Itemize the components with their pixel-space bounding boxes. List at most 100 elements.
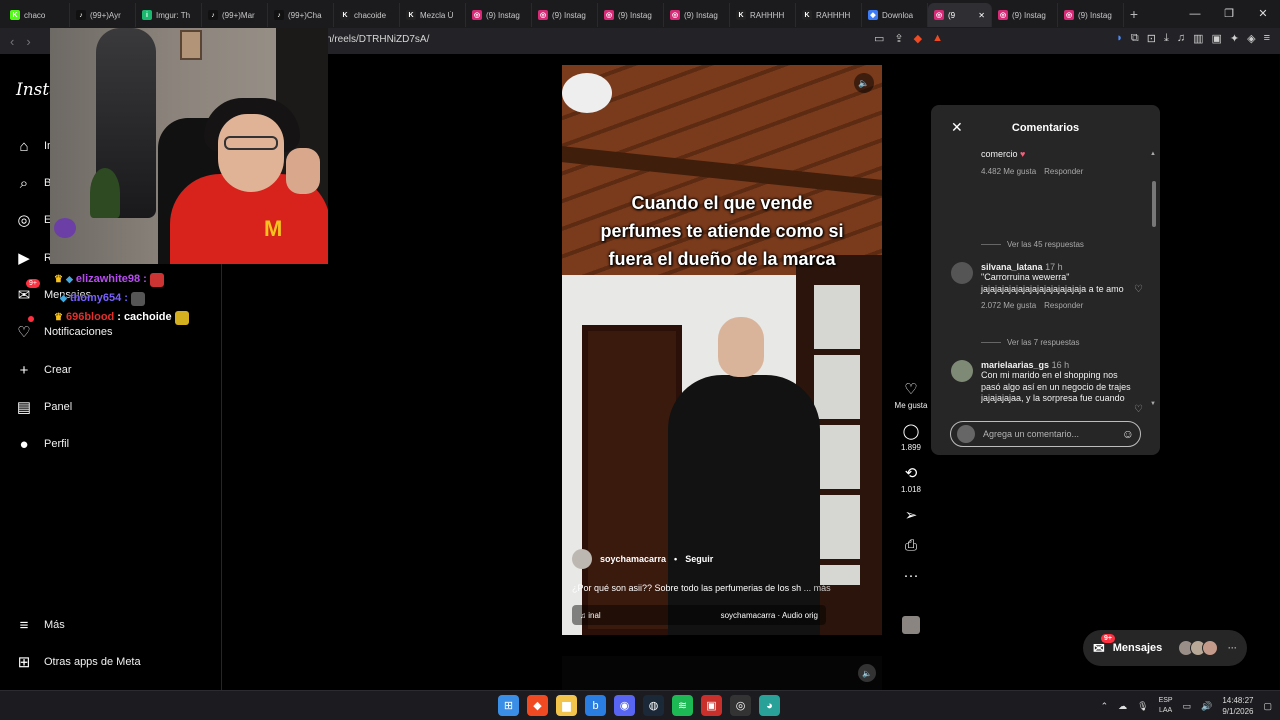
sidebar-toggle-icon[interactable]: ▥ (1193, 32, 1203, 45)
browser-tab[interactable]: ◎ (9) Instag (598, 3, 664, 27)
repost-icon[interactable]: ⟲ (905, 466, 918, 482)
minimize-button[interactable]: — (1178, 0, 1212, 28)
cloud-icon[interactable]: ☁ (1118, 701, 1127, 712)
scroll-down-icon[interactable]: ▼ (1150, 401, 1156, 407)
screenshot-icon[interactable]: ⊡ (1147, 32, 1156, 45)
view-replies-label[interactable]: Ver las 7 respuestas (1007, 338, 1079, 347)
restore-button[interactable]: ❐ (1212, 0, 1246, 28)
bookmark-icon[interactable]: ⎙ (905, 538, 917, 554)
repost-action[interactable]: ⟲ 1.018 (892, 466, 930, 495)
sidebar-item[interactable]: ▤ Panel (16, 399, 72, 416)
wallet-icon[interactable]: ◗ (1116, 32, 1123, 45)
rewards-icon[interactable]: ▲ (932, 32, 943, 45)
chevron-up-icon[interactable]: ⌃ (1101, 701, 1109, 712)
wallet-card-icon[interactable]: ▣ (1211, 32, 1221, 45)
share-icon[interactable]: ⇪ (894, 32, 903, 45)
browser-tab[interactable]: ◎ (9 ✕ (928, 3, 992, 27)
leo-ai-icon[interactable]: ✦ (1230, 32, 1239, 45)
sidebar-item[interactable]: ● Perfil (16, 436, 69, 453)
new-tab-button[interactable]: + (1124, 6, 1144, 22)
more-action[interactable]: ··· (892, 568, 930, 584)
next-reel[interactable]: 🔈 (562, 656, 882, 690)
browser-tab[interactable]: Kchacoide (334, 3, 400, 27)
avatar[interactable] (951, 262, 973, 284)
sidebar-item[interactable]: ▶ R (16, 250, 52, 267)
browser-tab[interactable]: K Mezcla Ú (400, 3, 466, 27)
sidebar-item[interactable]: ⌂ In (16, 138, 53, 155)
comment-icon[interactable]: ◯ (903, 424, 920, 440)
more-icon[interactable]: ··· (904, 568, 919, 584)
close-window-button[interactable]: ✕ (1246, 0, 1280, 28)
forward-icon[interactable]: › (26, 34, 30, 49)
clock[interactable]: 14:48:27 9/1/2026 (1222, 695, 1253, 717)
comment-likes[interactable]: 2.072 Me gusta (981, 301, 1036, 310)
sidebar-item[interactable]: ⊞ Otras apps de Meta (16, 654, 141, 671)
browser-tab[interactable]: Kchaco (4, 3, 70, 27)
url-field[interactable]: n/reels/DTRHNiZD7sA/ (326, 34, 429, 45)
view-replies-label[interactable]: Ver las 45 respuestas (1007, 240, 1084, 249)
heart-icon[interactable]: ♡ (1134, 404, 1143, 415)
comment-user[interactable]: silvana_latana (981, 262, 1043, 272)
browser-tab[interactable]: K RAHHHH (796, 3, 862, 27)
browser-tab[interactable]: ♪ (99+)Cha (268, 3, 334, 27)
add-comment-field[interactable]: Agrega un comentario... ☺ (950, 421, 1141, 447)
bing-icon[interactable]: b (585, 695, 606, 716)
heart-icon[interactable]: ♡ (904, 382, 917, 398)
like-action[interactable]: ♡ Me gusta (892, 382, 930, 411)
browser-tab[interactable]: i Imgur: Th (136, 3, 202, 27)
author-avatar[interactable] (572, 549, 592, 569)
back-icon[interactable]: ‹ (10, 34, 14, 49)
browser-tab[interactable]: ◎ (9) Instag (532, 3, 598, 27)
comment-user[interactable]: marielaarias_gs (981, 360, 1049, 370)
sidebar-item[interactable]: ◎ E (16, 212, 51, 229)
comment-likes[interactable]: 4.482 Me gusta (981, 167, 1036, 176)
obs-news-icon[interactable]: ▣ (701, 695, 722, 716)
browser-tab[interactable]: ◎ (9) Instag (992, 3, 1058, 27)
add-comment-placeholder[interactable]: Agrega un comentario... (983, 429, 1079, 439)
vpn-icon[interactable]: ◈ (1247, 32, 1255, 45)
spotify-icon[interactable]: ≋ (672, 695, 693, 716)
browser-tab[interactable]: ◎ (9) Instag (466, 3, 532, 27)
globe-icon[interactable]: ◕ (759, 695, 780, 716)
follow-button[interactable]: Seguir (685, 554, 713, 564)
close-tab-icon[interactable]: ✕ (978, 11, 985, 20)
audio-bar[interactable]: ♫ inal soychamacarra · Audio orig (572, 605, 826, 625)
extensions-icon[interactable]: ⧉ (1131, 32, 1139, 45)
more-link[interactable]: ... más (804, 583, 831, 593)
emoji-icon[interactable]: ☺ (1122, 427, 1134, 441)
brave-icon[interactable]: ◆ (527, 695, 548, 716)
sidebar-item[interactable]: ≡ Más (16, 617, 65, 634)
display-icon[interactable]: ▭ (1183, 701, 1192, 712)
browser-tab[interactable]: ♪ (99+)Ayr (70, 3, 136, 27)
obs-icon[interactable]: ◎ (730, 695, 751, 716)
speaker-icon[interactable]: 🔈 (854, 73, 874, 93)
comment-action[interactable]: ◯ 1.899 (892, 424, 930, 453)
brave-shield-icon[interactable]: ◆ (914, 32, 922, 45)
windows-start-icon[interactable]: ⊞ (498, 695, 519, 716)
send-icon[interactable]: ➢ (905, 508, 918, 524)
author-name[interactable]: soychamacarra (600, 554, 666, 564)
share-action[interactable]: ➢ (892, 508, 930, 524)
reel-video[interactable]: Cuando el que vende perfumes te atiende … (562, 65, 882, 635)
browser-tab[interactable]: K RAHHHH (730, 3, 796, 27)
avatar[interactable] (951, 360, 973, 382)
steam-icon[interactable]: ◍ (643, 695, 664, 716)
scroll-thumb[interactable] (1152, 181, 1156, 227)
discord-icon[interactable]: ◉ (614, 695, 635, 716)
menu-icon[interactable]: ≡ (1264, 32, 1270, 45)
music-icon[interactable]: ♫ (1177, 32, 1185, 45)
view-replies[interactable]: Ver las 7 respuestas (981, 338, 1079, 347)
view-replies[interactable]: Ver las 45 respuestas (981, 240, 1084, 249)
reply-button[interactable]: Responder (1044, 167, 1083, 176)
reply-button[interactable]: Responder (1044, 301, 1083, 310)
heart-icon[interactable]: ♡ (1134, 284, 1143, 295)
sidebar-item[interactable]: ⌕ B (16, 175, 52, 192)
browser-tab[interactable]: ◆ Downloa (862, 3, 928, 27)
download-icon[interactable]: ⤓ (1164, 32, 1169, 45)
audio-thumbnail[interactable] (902, 616, 920, 634)
speaker-icon[interactable]: 🔈 (858, 664, 876, 682)
save-action[interactable]: ⎙ (892, 538, 930, 554)
microphone-icon[interactable]: 🎙 (1137, 701, 1148, 712)
browser-tab[interactable]: ◎ (9) Instag (1058, 3, 1124, 27)
browser-tab[interactable]: ◎ (9) Instag (664, 3, 730, 27)
